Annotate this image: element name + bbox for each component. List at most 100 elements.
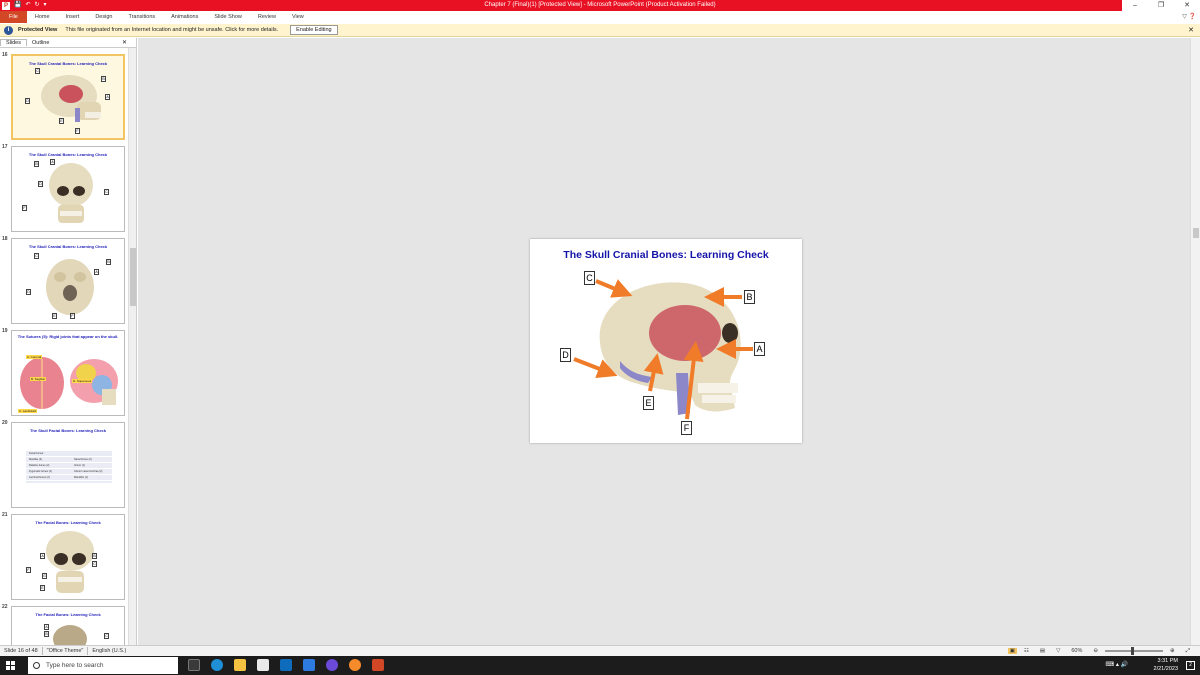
close-icon[interactable]: ✕ bbox=[1188, 26, 1194, 34]
help-icon[interactable]: ▽ ❓ bbox=[1182, 11, 1196, 23]
info-icon: i bbox=[4, 25, 13, 35]
skull-image bbox=[41, 75, 101, 122]
tab-transitions[interactable]: Transitions bbox=[120, 11, 163, 23]
editor-scrollbar[interactable] bbox=[1190, 38, 1200, 645]
skull-image bbox=[46, 259, 94, 315]
theme-name: "Office Theme" bbox=[46, 648, 84, 654]
clock[interactable]: 3:31 PM 2/21/2023 bbox=[1154, 657, 1178, 673]
powerpoint-taskbar-icon[interactable] bbox=[372, 659, 384, 671]
label-squamous: D. Squamous bbox=[72, 379, 93, 383]
taskbar: Type here to search ⌨ ▴ 🔊 3:31 PM 2/21/2… bbox=[0, 656, 1200, 675]
search-placeholder: Type here to search bbox=[46, 662, 104, 669]
reading-view-icon[interactable]: ▤ bbox=[1036, 648, 1049, 654]
zoom-in-icon[interactable]: ⊕ bbox=[1166, 648, 1179, 654]
taskbar-search[interactable]: Type here to search bbox=[28, 657, 178, 674]
thumbnail-16[interactable]: 16 The Skull Cranial Bones: Learning Che… bbox=[0, 52, 128, 142]
slideshow-icon[interactable]: ▽ bbox=[1052, 648, 1064, 654]
tab-view[interactable]: View bbox=[284, 11, 312, 23]
ribbon-tabs: File Home Insert Design Transitions Anim… bbox=[0, 11, 1200, 23]
label-e: E bbox=[643, 396, 654, 410]
close-pane-icon[interactable]: ✕ bbox=[117, 39, 132, 46]
system-tray-icons[interactable]: ⌨ ▴ 🔊 bbox=[1106, 661, 1128, 668]
protected-view-bar: i Protected View This file originated fr… bbox=[0, 24, 1200, 37]
slide-number: 21 bbox=[2, 512, 8, 518]
protected-view-label: Protected View bbox=[18, 27, 58, 33]
label-coronal: A. Coronal bbox=[26, 355, 43, 359]
protected-view-message[interactable]: This file originated from an Internet lo… bbox=[65, 27, 278, 33]
zoom-slider[interactable] bbox=[1104, 647, 1163, 655]
thumbnail-22[interactable]: 22 The Facial Bones: Learning Check A B … bbox=[0, 604, 128, 645]
thumbnail-17[interactable]: 17 The Skull Cranial Bones: Learning Che… bbox=[0, 144, 128, 234]
thumb-title: The Facial Bones: Learning Check bbox=[35, 520, 101, 525]
current-slide[interactable]: The Skull Cranial Bones: Learning Check … bbox=[530, 239, 802, 443]
table-row: Lacrimal bones (2) Mandible (1) bbox=[26, 475, 112, 481]
tab-design[interactable]: Design bbox=[87, 11, 120, 23]
teams-icon[interactable] bbox=[326, 659, 338, 671]
slide-thumbnail[interactable]: The Skull Facial Bones: Learning Check F… bbox=[11, 422, 125, 508]
thumbnail-19[interactable]: 19 The Sutures (5): Rigid joints that ap… bbox=[0, 328, 128, 418]
thumb-title: The Skull Facial Bones: Learning Check bbox=[29, 428, 107, 433]
app-icon[interactable] bbox=[303, 659, 315, 671]
minimize-button[interactable]: – bbox=[1122, 0, 1148, 11]
enable-editing-button[interactable]: Enable Editing bbox=[290, 25, 338, 35]
tab-outline[interactable]: Outline bbox=[27, 40, 54, 46]
zoom-level[interactable]: 60% bbox=[1067, 648, 1086, 654]
sutures-image bbox=[20, 357, 118, 409]
slide-thumbnail[interactable]: The Skull Cranial Bones: Learning Check … bbox=[11, 54, 125, 140]
zoom-out-icon[interactable]: ⊖ bbox=[1089, 648, 1102, 654]
thumb-title: The Sutures (5): Rigid joints that appea… bbox=[17, 334, 119, 339]
normal-view-icon[interactable]: ▣ bbox=[1007, 648, 1017, 654]
skull-image bbox=[49, 163, 93, 223]
thumb-title: The Facial Bones: Learning Check bbox=[35, 612, 101, 617]
zoom-controls: ▣ ☷ ▤ ▽ 60% ⊖ ⊕ ⤢ bbox=[1007, 647, 1194, 655]
thumbnail-18[interactable]: 18 The Skull Cranial Bones: Learning Che… bbox=[0, 236, 128, 326]
label-b: B bbox=[744, 290, 755, 304]
label-lambdoid: C. Lambdoid bbox=[18, 409, 38, 413]
tab-insert[interactable]: Insert bbox=[58, 11, 88, 23]
slide-number: 18 bbox=[2, 236, 8, 242]
label-sagittal: B. Sagittal bbox=[30, 377, 46, 381]
window-title: Chapter 7 (Final)(1) [Protected View] - … bbox=[484, 2, 716, 8]
tab-slides[interactable]: Slides bbox=[0, 39, 27, 46]
arrow-d bbox=[573, 357, 618, 378]
title-bar: P 💾 ↶ ↻ ▾ Chapter 7 (Final)(1) [Protecte… bbox=[0, 0, 1200, 11]
edge-icon[interactable] bbox=[211, 659, 223, 671]
arrow-f bbox=[683, 341, 704, 420]
pane-scroll-thumb[interactable] bbox=[130, 248, 136, 306]
tab-slide-show[interactable]: Slide Show bbox=[206, 11, 250, 23]
windows-start-icon[interactable] bbox=[6, 661, 15, 670]
file-explorer-icon[interactable] bbox=[234, 659, 246, 671]
editor-scroll-thumb[interactable] bbox=[1193, 228, 1199, 238]
slide-thumbnail[interactable]: The Facial Bones: Learning Check A B C bbox=[11, 606, 125, 645]
taskbar-apps bbox=[188, 659, 384, 671]
thumb-title: The Skull Cranial Bones: Learning Check bbox=[28, 152, 108, 157]
notification-icon[interactable]: 2 bbox=[1186, 661, 1195, 670]
close-button[interactable]: ✕ bbox=[1174, 0, 1200, 11]
label-a: A bbox=[754, 342, 765, 356]
tab-home[interactable]: Home bbox=[27, 11, 58, 23]
slide-thumbnail[interactable]: The Skull Cranial Bones: Learning Check … bbox=[11, 146, 125, 232]
tab-review[interactable]: Review bbox=[250, 11, 284, 23]
facial-bones-table: Facial bones: Maxillae (2) Nasal bones (2… bbox=[26, 451, 112, 483]
language[interactable]: English (U.S.) bbox=[88, 648, 130, 654]
slide-sorter-icon[interactable]: ☷ bbox=[1020, 648, 1033, 654]
pane-scrollbar[interactable] bbox=[128, 48, 136, 645]
mail-icon[interactable] bbox=[280, 659, 292, 671]
tab-animations[interactable]: Animations bbox=[163, 11, 206, 23]
slide-thumbnail[interactable]: The Skull Cranial Bones: Learning Check … bbox=[11, 238, 125, 324]
status-bar: Slide 16 of 48 "Office Theme" English (U… bbox=[0, 645, 1200, 656]
skull-image bbox=[53, 625, 87, 645]
task-view-icon[interactable] bbox=[188, 659, 200, 671]
arrow-e bbox=[643, 353, 664, 392]
restore-button[interactable]: ❐ bbox=[1148, 0, 1174, 11]
thumbnail-21[interactable]: 21 The Facial Bones: Learning Check A B … bbox=[0, 512, 128, 602]
slide-number: 20 bbox=[2, 420, 8, 426]
slide-thumbnail[interactable]: The Facial Bones: Learning Check A B C F… bbox=[11, 514, 125, 600]
store-icon[interactable] bbox=[257, 659, 269, 671]
slide-thumbnail[interactable]: The Sutures (5): Rigid joints that appea… bbox=[11, 330, 125, 416]
fit-slide-icon[interactable]: ⤢ bbox=[1182, 648, 1194, 655]
slide-count: Slide 16 of 48 bbox=[4, 648, 38, 654]
thumbnail-20[interactable]: 20 The Skull Facial Bones: Learning Chec… bbox=[0, 420, 128, 510]
firefox-icon[interactable] bbox=[349, 659, 361, 671]
tab-file[interactable]: File bbox=[0, 11, 27, 23]
